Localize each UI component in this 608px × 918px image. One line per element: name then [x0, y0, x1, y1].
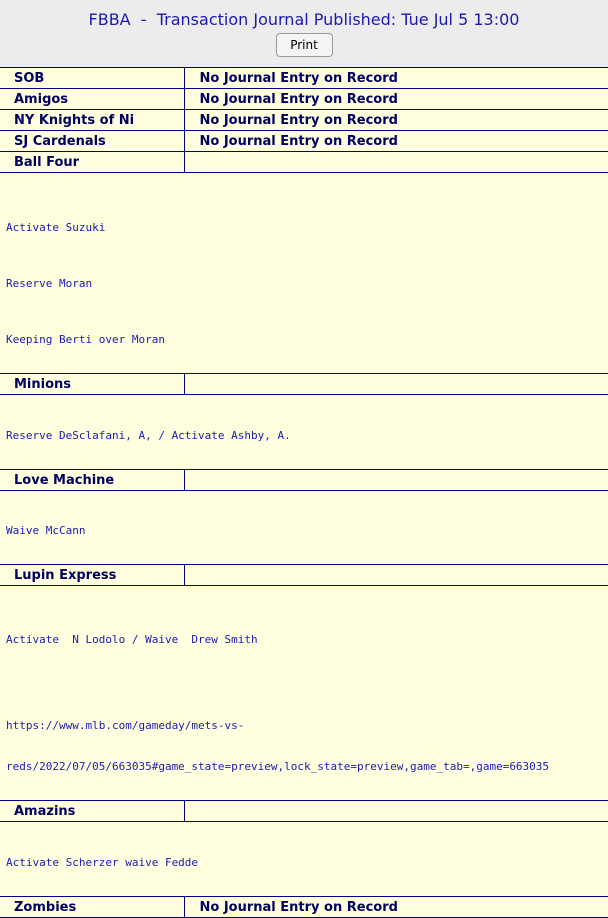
journal-status — [184, 564, 608, 586]
entry-line: Activate Suzuki — [6, 221, 106, 234]
journal-entry: Reserve DeSclafani, A, / Activate Ashby,… — [0, 394, 608, 470]
team-row-ball-four: Ball Four — [0, 151, 608, 173]
team-row-minions: Minions — [0, 373, 608, 395]
team-row-sj-cardenals: SJ Cardenals No Journal Entry on Record — [0, 130, 608, 152]
print-button[interactable]: Print — [275, 33, 333, 57]
journal-entry: Waive McCann — [0, 490, 608, 565]
page-header: FBBA - Transaction Journal Published: Tu… — [0, 0, 608, 68]
journal-status: No Journal Entry on Record — [184, 896, 608, 918]
journal-table: SOB No Journal Entry on Record Amigos No… — [0, 68, 608, 918]
entry-line: Keeping Berti over Moran — [6, 333, 165, 346]
team-row-love-machine: Love Machine — [0, 469, 608, 491]
team-name: Amazins — [0, 800, 185, 822]
team-row-ny-knights: NY Knights of Ni No Journal Entry on Rec… — [0, 109, 608, 131]
entry-url: reds/2022/07/05/663035#game_state=previe… — [6, 760, 550, 773]
team-name: SOB — [0, 68, 185, 89]
entry-row-amazins: Activate Scherzer waive Fedde — [0, 821, 608, 897]
team-row-zombies: Zombies No Journal Entry on Record — [0, 896, 608, 918]
journal-status: No Journal Entry on Record — [184, 68, 608, 89]
entry-line: Reserve Moran — [6, 277, 93, 290]
entry-row-lupin-express: Activate N Lodolo / Waive Drew Smith htt… — [0, 585, 608, 801]
team-name: Amigos — [0, 88, 185, 110]
entry-line: Waive McCann — [6, 524, 86, 537]
journal-status — [184, 151, 608, 173]
team-row-amigos: Amigos No Journal Entry on Record — [0, 88, 608, 110]
entry-row-love-machine: Waive McCann — [0, 490, 608, 565]
journal-status — [184, 373, 608, 395]
page-title: FBBA - Transaction Journal Published: Tu… — [88, 10, 520, 29]
team-name: Love Machine — [0, 469, 185, 491]
team-name: Zombies — [0, 896, 185, 918]
journal-status: No Journal Entry on Record — [184, 109, 608, 131]
team-name: Ball Four — [0, 151, 185, 173]
journal-entry: Activate Scherzer waive Fedde — [0, 821, 608, 897]
entry-line: Reserve DeSclafani, A, / Activate Ashby,… — [6, 429, 291, 442]
team-name: Minions — [0, 373, 185, 395]
journal-entry: Activate Suzuki Reserve Moran Keeping Be… — [0, 172, 608, 374]
entry-url: https://www.mlb.com/gameday/mets-vs- — [6, 719, 245, 732]
journal-status — [184, 800, 608, 822]
journal-status: No Journal Entry on Record — [184, 130, 608, 152]
entry-line: Activate N Lodolo / Waive Drew Smith — [6, 633, 258, 646]
team-name: SJ Cardenals — [0, 130, 185, 152]
entry-row-ball-four: Activate Suzuki Reserve Moran Keeping Be… — [0, 172, 608, 374]
team-name: Lupin Express — [0, 564, 185, 586]
journal-entry: Activate N Lodolo / Waive Drew Smith htt… — [0, 585, 608, 801]
entry-row-minions: Reserve DeSclafani, A, / Activate Ashby,… — [0, 394, 608, 470]
team-row-lupin-express: Lupin Express — [0, 564, 608, 586]
entry-line: Activate Scherzer waive Fedde — [6, 856, 199, 869]
team-row-amazins: Amazins — [0, 800, 608, 822]
journal-status: No Journal Entry on Record — [184, 88, 608, 110]
team-row-sob: SOB No Journal Entry on Record — [0, 68, 608, 89]
journal-status — [184, 469, 608, 491]
team-name: NY Knights of Ni — [0, 109, 185, 131]
